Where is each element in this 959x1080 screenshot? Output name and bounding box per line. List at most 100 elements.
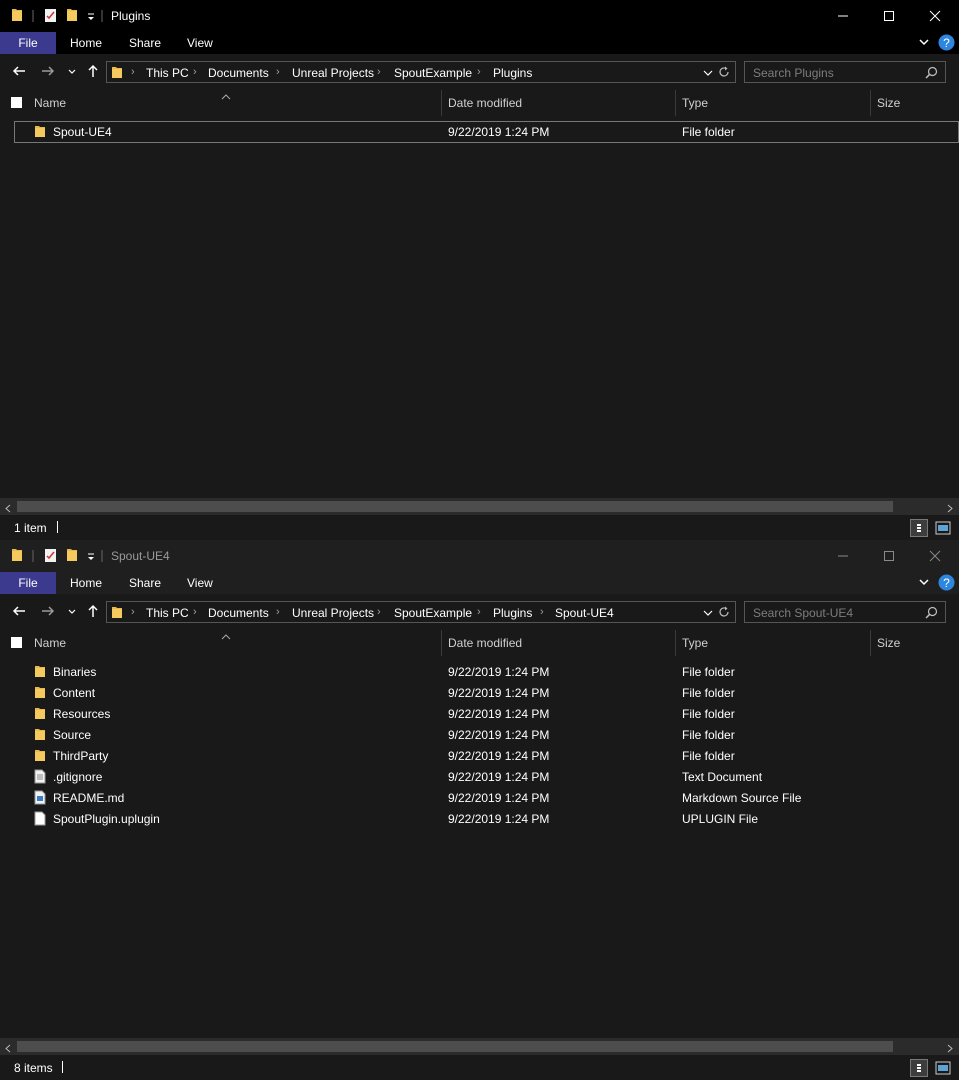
list-item[interactable]: .gitignore 9/22/2019 1:24 PM Text Document xyxy=(14,766,959,787)
properties-icon[interactable] xyxy=(44,548,57,564)
chevron-right-icon[interactable]: › xyxy=(377,606,381,618)
expand-ribbon-icon[interactable] xyxy=(918,576,930,591)
back-arrow-icon[interactable] xyxy=(12,64,26,81)
chevron-right-icon[interactable]: › xyxy=(540,606,544,618)
column-divider[interactable] xyxy=(870,630,871,656)
scrollbar-thumb[interactable] xyxy=(17,501,893,512)
column-divider[interactable] xyxy=(441,630,442,656)
recent-locations-icon[interactable] xyxy=(67,64,77,81)
large-icons-view-icon[interactable] xyxy=(934,1059,952,1077)
back-arrow-icon[interactable] xyxy=(12,604,26,621)
breadcrumb-item[interactable]: SpoutExample xyxy=(394,606,472,620)
chevron-down-icon[interactable] xyxy=(703,607,713,621)
chevron-right-icon[interactable]: › xyxy=(276,66,280,78)
up-arrow-icon[interactable] xyxy=(86,604,100,621)
chevron-right-icon[interactable]: › xyxy=(131,606,135,618)
column-name[interactable]: Name xyxy=(34,636,66,650)
maximize-button[interactable] xyxy=(866,0,912,32)
scroll-right-icon[interactable] xyxy=(946,502,954,516)
forward-arrow-icon[interactable] xyxy=(41,604,55,621)
list-item[interactable]: SpoutPlugin.uplugin 9/22/2019 1:24 PM UPLU… xyxy=(14,808,959,829)
folder-icon[interactable] xyxy=(11,548,23,564)
address-bar[interactable]: › This PC › Documents › Unreal Projects › Spout… xyxy=(106,61,736,83)
help-icon[interactable]: ? xyxy=(938,574,955,594)
search-input[interactable]: Search Plugins xyxy=(744,61,946,83)
chevron-right-icon[interactable]: › xyxy=(377,66,381,78)
new-folder-icon[interactable] xyxy=(66,548,78,564)
new-folder-icon[interactable] xyxy=(66,8,78,24)
breadcrumb-item[interactable]: Plugins xyxy=(493,66,532,80)
minimize-button[interactable] xyxy=(820,540,866,572)
list-item[interactable]: Resources 9/22/2019 1:24 PM File folder xyxy=(14,703,959,724)
scroll-left-icon[interactable] xyxy=(4,1042,12,1056)
folder-icon[interactable] xyxy=(11,8,23,24)
tab-share[interactable]: Share xyxy=(129,572,161,594)
chevron-right-icon[interactable]: › xyxy=(193,606,197,618)
address-bar[interactable]: › This PC › Documents › Unreal Projects › Spout… xyxy=(106,601,736,623)
column-name[interactable]: Name xyxy=(34,96,66,110)
select-all-checkbox[interactable] xyxy=(11,637,22,648)
column-date-modified[interactable]: Date modified xyxy=(448,96,522,110)
breadcrumb-item[interactable]: Plugins xyxy=(493,606,532,620)
list-item[interactable]: Spout-UE4 9/22/2019 1:24 PM File folder xyxy=(14,121,959,143)
select-all-checkbox[interactable] xyxy=(11,97,22,108)
scrollbar-thumb[interactable] xyxy=(17,1041,893,1052)
chevron-right-icon[interactable]: › xyxy=(193,66,197,78)
list-item[interactable]: README.md 9/22/2019 1:24 PM Markdown Sourc… xyxy=(14,787,959,808)
column-divider[interactable] xyxy=(675,90,676,116)
help-icon[interactable]: ? xyxy=(938,34,955,54)
breadcrumb-item[interactable]: Documents xyxy=(208,606,269,620)
breadcrumb-item[interactable]: Unreal Projects xyxy=(292,606,374,620)
column-size[interactable]: Size xyxy=(877,96,900,110)
minimize-button[interactable] xyxy=(820,0,866,32)
expand-ribbon-icon[interactable] xyxy=(918,36,930,51)
details-view-icon[interactable] xyxy=(910,519,928,537)
horizontal-scrollbar[interactable] xyxy=(0,1038,959,1055)
column-size[interactable]: Size xyxy=(877,636,900,650)
search-icon[interactable] xyxy=(925,606,938,622)
list-item[interactable]: Source 9/22/2019 1:24 PM File folder xyxy=(14,724,959,745)
scroll-left-icon[interactable] xyxy=(4,502,12,516)
breadcrumb-item[interactable]: This PC xyxy=(146,606,189,620)
customize-toolbar-icon[interactable] xyxy=(86,8,96,24)
search-icon[interactable] xyxy=(925,66,938,82)
forward-arrow-icon[interactable] xyxy=(41,64,55,81)
column-type[interactable]: Type xyxy=(682,96,708,110)
tab-home[interactable]: Home xyxy=(70,32,102,54)
tab-file[interactable]: File xyxy=(0,572,56,594)
tab-file[interactable]: File xyxy=(0,32,56,54)
column-divider[interactable] xyxy=(441,90,442,116)
breadcrumb-item[interactable]: Documents xyxy=(208,66,269,80)
chevron-right-icon[interactable]: › xyxy=(276,606,280,618)
column-date-modified[interactable]: Date modified xyxy=(448,636,522,650)
breadcrumb-item[interactable]: This PC xyxy=(146,66,189,80)
tab-view[interactable]: View xyxy=(187,32,213,54)
horizontal-scrollbar[interactable] xyxy=(0,498,959,515)
details-view-icon[interactable] xyxy=(910,1059,928,1077)
chevron-down-icon[interactable] xyxy=(703,67,713,81)
list-item[interactable]: Binaries 9/22/2019 1:24 PM File folder xyxy=(14,661,959,682)
refresh-icon[interactable] xyxy=(718,66,730,81)
close-button[interactable] xyxy=(912,0,958,32)
tab-share[interactable]: Share xyxy=(129,32,161,54)
column-divider[interactable] xyxy=(675,630,676,656)
properties-icon[interactable] xyxy=(44,8,57,24)
maximize-button[interactable] xyxy=(866,540,912,572)
recent-locations-icon[interactable] xyxy=(67,604,77,621)
breadcrumb-item[interactable]: Unreal Projects xyxy=(292,66,374,80)
list-item[interactable]: Content 9/22/2019 1:24 PM File folder xyxy=(14,682,959,703)
column-divider[interactable] xyxy=(870,90,871,116)
breadcrumb-item[interactable]: Spout-UE4 xyxy=(555,606,614,620)
close-button[interactable] xyxy=(912,540,958,572)
tab-home[interactable]: Home xyxy=(70,572,102,594)
up-arrow-icon[interactable] xyxy=(86,64,100,81)
column-type[interactable]: Type xyxy=(682,636,708,650)
list-item[interactable]: ThirdParty 9/22/2019 1:24 PM File folder xyxy=(14,745,959,766)
refresh-icon[interactable] xyxy=(718,606,730,621)
large-icons-view-icon[interactable] xyxy=(934,519,952,537)
chevron-right-icon[interactable]: › xyxy=(477,66,481,78)
scroll-right-icon[interactable] xyxy=(946,1042,954,1056)
customize-toolbar-icon[interactable] xyxy=(86,548,96,564)
chevron-right-icon[interactable]: › xyxy=(477,606,481,618)
tab-view[interactable]: View xyxy=(187,572,213,594)
